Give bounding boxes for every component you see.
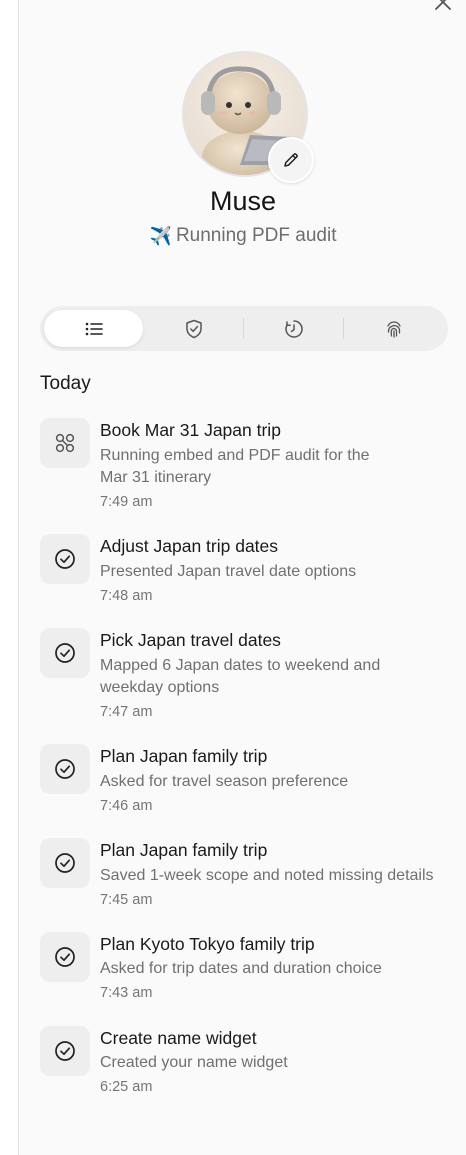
activity-description: Created your name widget bbox=[100, 1054, 288, 1071]
activity-title: Book Mar 31 Japan trip bbox=[100, 420, 281, 440]
activity-title: Plan Japan family trip bbox=[100, 746, 268, 766]
activity-title: Pick Japan travel dates bbox=[100, 630, 281, 650]
list-icon bbox=[85, 322, 103, 335]
activity-time: 7:45 am bbox=[100, 892, 153, 908]
activity-time: 7:43 am bbox=[100, 985, 153, 1001]
fingerprint-icon bbox=[386, 320, 401, 338]
check-circle-icon bbox=[55, 947, 75, 967]
activity-title: Create name widget bbox=[100, 1028, 257, 1048]
activity-time: 7:46 am bbox=[100, 798, 153, 814]
tab-history[interactable] bbox=[244, 310, 343, 347]
avatar-container bbox=[182, 51, 314, 183]
agent-name: Muse bbox=[209, 186, 277, 216]
close-icon bbox=[435, 0, 451, 10]
activity-icon bbox=[40, 418, 90, 468]
activity-description: Presented Japan travel date options bbox=[100, 563, 357, 580]
activity-icon bbox=[40, 628, 90, 678]
nodes-icon bbox=[55, 433, 75, 453]
activity-icon bbox=[40, 932, 90, 982]
activity-icon bbox=[40, 534, 90, 584]
close-button[interactable] bbox=[432, 0, 454, 13]
edit-avatar-button[interactable] bbox=[268, 137, 314, 183]
status-text: Running PDF audit bbox=[175, 225, 337, 246]
tab-permissions[interactable] bbox=[144, 310, 243, 347]
activity-title: Plan Japan family trip bbox=[100, 840, 268, 860]
tab-identity[interactable] bbox=[344, 310, 443, 347]
activity-time: 7:47 am bbox=[100, 704, 153, 720]
check-circle-icon bbox=[55, 1041, 75, 1061]
agent-profile-panel: Muse ✈️ Running PDF audit Today Book Mar… bbox=[18, 0, 466, 1155]
left-gutter bbox=[0, 0, 18, 1155]
activity-description: Saved 1-week scope and noted missing det… bbox=[100, 867, 434, 884]
activity-title: Adjust Japan trip dates bbox=[100, 536, 279, 556]
check-circle-icon bbox=[55, 549, 75, 569]
check-circle-icon bbox=[55, 853, 75, 873]
activity-icon bbox=[40, 838, 90, 888]
activity-description: Asked for trip dates and duration choice bbox=[100, 960, 382, 977]
activity-time: 6:25 am bbox=[100, 1079, 153, 1095]
tab-activity[interactable] bbox=[44, 310, 143, 347]
activity-description: Mapped 6 Japan dates to weekend and week… bbox=[100, 657, 381, 696]
activity-icon bbox=[40, 1026, 90, 1076]
activity-description: Running embed and PDF audit for the Mar … bbox=[100, 447, 370, 486]
activity-description: Asked for travel season preference bbox=[100, 773, 349, 790]
airplane-icon: ✈️ bbox=[149, 225, 172, 246]
activity-icon bbox=[40, 744, 90, 794]
tab-bar bbox=[40, 306, 448, 351]
agent-status: ✈️ Running PDF audit bbox=[19, 225, 466, 247]
check-circle-icon bbox=[55, 759, 75, 779]
activity-time: 7:48 am bbox=[100, 588, 153, 604]
activity-time: 7:49 am bbox=[100, 494, 153, 510]
pencil-icon bbox=[284, 153, 298, 167]
clock-icon bbox=[284, 319, 303, 338]
shield-check-icon bbox=[185, 319, 202, 338]
activity-title: Plan Kyoto Tokyo family trip bbox=[100, 934, 315, 954]
check-circle-icon bbox=[55, 643, 75, 663]
section-title-today: Today bbox=[40, 373, 91, 394]
